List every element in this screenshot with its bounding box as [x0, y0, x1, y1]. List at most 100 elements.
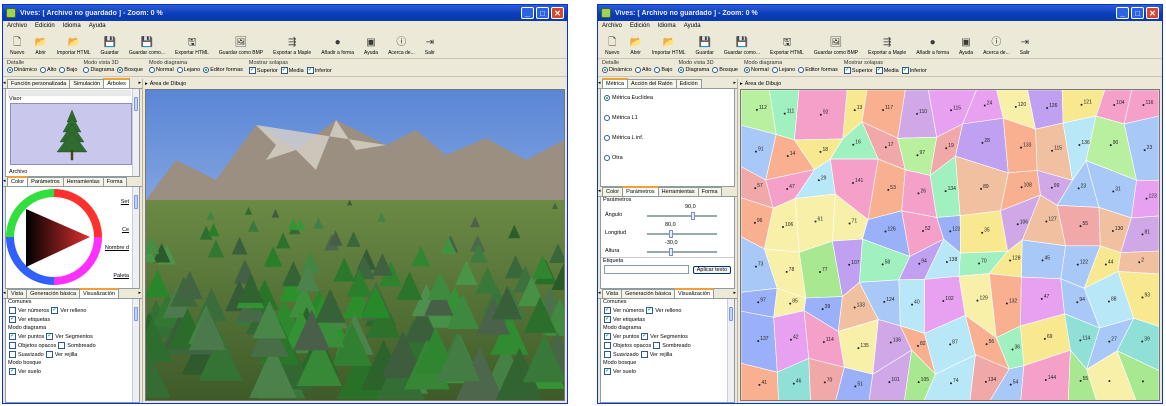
toolbar-button-open[interactable]: 📂 Abrir	[31, 37, 49, 56]
voronoi-point[interactable]	[1143, 149, 1146, 152]
solapa-media-option[interactable]: ✓ Media	[875, 67, 899, 74]
menu-edicion[interactable]: Edición	[630, 23, 650, 29]
voronoi-point[interactable]	[1145, 197, 1148, 200]
voronoi-point[interactable]	[981, 141, 984, 144]
ver-puntos-checkbox[interactable]: ✓	[604, 333, 611, 340]
voronoi-point[interactable]	[1005, 302, 1008, 305]
voronoi-point[interactable]	[1044, 378, 1047, 381]
checkbox-icon[interactable]: ✓	[280, 67, 288, 74]
voronoi-point[interactable]	[789, 338, 792, 341]
longitud-slider[interactable]	[647, 230, 717, 238]
voronoi-point[interactable]	[1107, 300, 1110, 303]
modo-editor-option[interactable]: Editor formas	[203, 67, 243, 73]
radio-icon[interactable]	[83, 67, 90, 73]
angulo-slider[interactable]	[647, 212, 717, 220]
modo-normal-option[interactable]: Normal	[148, 67, 174, 73]
voronoi-point[interactable]	[980, 187, 983, 190]
voronoi-point[interactable]	[942, 300, 945, 303]
toolbar-button-help[interactable]: ▣ Ayuda	[361, 37, 381, 56]
detalle-dinamico-option[interactable]: Dinámico	[602, 67, 632, 73]
tab-parametros[interactable]: Parámetros	[622, 186, 659, 196]
close-button[interactable]: ✕	[1146, 7, 1159, 19]
radio-icon[interactable]	[59, 67, 66, 73]
slider-thumb[interactable]	[669, 230, 673, 238]
voronoi-point[interactable]	[1009, 259, 1012, 262]
voronoi-cell[interactable]	[741, 310, 778, 373]
tab-visualizacion[interactable]: Visualización	[674, 288, 715, 298]
tab-funcion[interactable]: Función personalizada	[7, 79, 71, 88]
toolbar-button-about[interactable]: ⓘ Acerca de...	[980, 37, 1013, 56]
toolbar-button-export-html[interactable]: 🖫 Exportar HTML	[172, 37, 212, 56]
voronoi-point[interactable]	[814, 220, 817, 223]
ver-numeros-checkbox[interactable]: ✓	[604, 307, 611, 314]
detalle-alto-option[interactable]: Alto	[39, 67, 56, 73]
voronoi-point[interactable]	[1112, 190, 1115, 193]
voronoi-point[interactable]	[949, 343, 952, 346]
radio-icon[interactable]	[39, 67, 46, 73]
voronoi-point[interactable]	[792, 382, 795, 385]
tab-right-arrow-icon[interactable]: ▸	[733, 290, 736, 296]
ver-puntos-checkbox[interactable]: ✓	[9, 333, 16, 340]
voronoi-point[interactable]	[822, 340, 825, 343]
ver-segmentos-checkbox[interactable]: ✓	[46, 333, 54, 340]
drawing-area-voronoi[interactable]: 112 111 92 13 117 110 115 24 120 126 121 104 116 91 14…	[740, 89, 1160, 401]
ver-relleno-checkbox[interactable]: ✓	[646, 307, 654, 314]
tab-herramientas[interactable]: Herramientas	[62, 177, 104, 186]
suavizado-checkbox[interactable]	[604, 351, 611, 358]
tab-color[interactable]: Color	[7, 176, 29, 186]
objetos-opacos-checkbox[interactable]	[604, 342, 611, 349]
toolbar-button-import[interactable]: 📂 Importar HTML	[649, 37, 689, 56]
voronoi-point[interactable]	[817, 179, 820, 182]
toolbar-button-exit[interactable]: ⇥ Salir	[422, 37, 438, 56]
voronoi-point[interactable]	[978, 262, 981, 265]
voronoi-point[interactable]	[944, 190, 947, 193]
voronoi-point[interactable]	[882, 109, 885, 112]
voronoi-point[interactable]	[1080, 103, 1083, 106]
detalle-bajo-option[interactable]: Bajo	[59, 67, 77, 73]
voronoi-point[interactable]	[1108, 380, 1111, 383]
color-wheel[interactable]	[6, 187, 110, 287]
voronoi-point[interactable]	[1076, 263, 1079, 266]
voronoi-point[interactable]	[753, 221, 756, 224]
checkbox-icon[interactable]: ✓	[248, 67, 256, 74]
voronoi-point[interactable]	[884, 146, 887, 149]
toolbar-button-open[interactable]: 📂 Abrir	[626, 37, 644, 56]
modo-editor-option[interactable]: Editor formas	[798, 67, 838, 73]
toolbar-button-add-shape[interactable]: ● Añadir a forma	[913, 37, 952, 56]
modo-lejano-option[interactable]: Lejano	[176, 67, 200, 73]
voronoi-point[interactable]	[1077, 187, 1080, 190]
voronoi-point[interactable]	[851, 181, 854, 184]
tab-forma[interactable]: Forma	[697, 187, 722, 196]
radio-icon[interactable]	[604, 95, 610, 101]
toolbar-button-export-maple[interactable]: ⇶ Exportar a Maple	[865, 37, 909, 56]
voronoi-point[interactable]	[781, 225, 784, 228]
tab-visualizacion[interactable]: Visualización	[79, 288, 120, 298]
voronoi-point[interactable]	[981, 231, 984, 234]
canvas-left-arrow-icon[interactable]: ▸	[145, 79, 148, 89]
slider-thumb[interactable]	[669, 248, 673, 256]
paleta-label[interactable]: Paleta	[113, 273, 129, 279]
voronoi-cell[interactable]	[898, 279, 925, 334]
minimize-button[interactable]: _	[1116, 7, 1129, 19]
menu-idioma[interactable]: Idioma	[658, 23, 676, 29]
voronoi-point[interactable]	[949, 230, 952, 233]
toolbar-button-save[interactable]: 💾 Guardar	[98, 37, 122, 56]
voronoi-point[interactable]	[789, 302, 792, 305]
toolbar-button-export-bmp[interactable]: 🖼 Guardar como BMP	[811, 37, 861, 56]
voronoi-point[interactable]	[1141, 380, 1144, 383]
radio-icon[interactable]	[634, 67, 641, 73]
toolbar-button-add-shape[interactable]: ● Añadir a forma	[318, 37, 357, 56]
voronoi-point[interactable]	[1142, 103, 1145, 106]
voronoi-point[interactable]	[945, 147, 948, 150]
toolbar-button-import[interactable]: 📂 Importar HTML	[54, 37, 94, 56]
canvas-left-arrow-icon[interactable]: ▸	[740, 79, 743, 89]
detalle-bajo-option[interactable]: Bajo	[654, 67, 672, 73]
toolbar-button-export-html[interactable]: 🖫 Exportar HTML	[767, 37, 807, 56]
slider-thumb[interactable]	[691, 212, 695, 220]
voronoi-point[interactable]	[758, 383, 761, 386]
toolbar-button-export-bmp[interactable]: 🖼 Guardar como BMP	[216, 37, 266, 56]
voronoi-point[interactable]	[983, 104, 986, 107]
metric-linf-option[interactable]: Métrica L inf.	[604, 135, 731, 141]
voronoi-point[interactable]	[786, 154, 789, 157]
voronoi-point[interactable]	[754, 265, 757, 268]
